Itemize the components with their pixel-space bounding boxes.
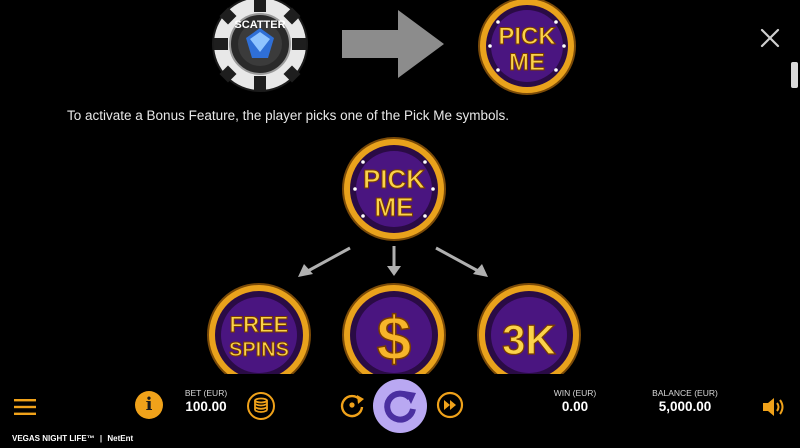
brand-name: NetEnt (107, 434, 134, 443)
scatter-chip-symbol: SCATTER (212, 0, 308, 92)
pick-text: PICK (363, 164, 425, 194)
bonus-description: To activate a Bonus Feature, the player … (67, 108, 509, 123)
cash-3k-symbol: 3K (477, 283, 581, 387)
arrow-down-right-icon (435, 246, 488, 277)
info-icon: i (145, 394, 153, 415)
close-icon[interactable] (756, 24, 784, 52)
scatter-label: SCATTER (234, 19, 285, 31)
pick-text: PICK (498, 23, 556, 50)
win-label: WIN (EUR) (553, 388, 597, 398)
dollar-sign: $ (377, 305, 411, 374)
info-button[interactable]: i (135, 391, 163, 419)
me-text: ME (509, 49, 545, 76)
arrow-right-icon (342, 10, 444, 78)
bet-value: 100.00 (185, 399, 227, 414)
game-name: VEGAS NIGHT LIFE™ (12, 434, 95, 443)
balance-label: BALANCE (EUR) (652, 388, 718, 398)
win-value: 0.00 (561, 399, 589, 414)
free-text: FREE (230, 312, 289, 337)
autoplay-icon[interactable] (338, 391, 366, 419)
branch-arrows (298, 246, 488, 277)
pick-me-symbol-top: PICK ME (478, 0, 576, 95)
scrollbar-thumb[interactable] (791, 62, 798, 88)
me-text: ME (375, 192, 414, 222)
fast-forward-icon[interactable] (436, 391, 464, 419)
bet-label: BET (EUR) (184, 388, 228, 398)
spin-icon (384, 390, 416, 423)
menu-icon[interactable] (14, 398, 36, 416)
arrow-down-icon (387, 246, 401, 276)
scrollbar[interactable] (788, 60, 800, 374)
free-spins-symbol: FREE SPINS (207, 283, 311, 387)
sound-icon[interactable] (762, 396, 786, 418)
spin-button[interactable] (373, 379, 427, 433)
footer-separator: | (99, 434, 103, 443)
footer-branding: VEGAS NIGHT LIFE™ | NetEnt (12, 434, 133, 443)
spins-text: SPINS (229, 339, 289, 361)
arrow-down-left-icon (298, 246, 351, 277)
cash-text: 3K (502, 316, 556, 363)
balance-value: 5,000.00 (658, 399, 712, 414)
pick-me-symbol-center: PICK ME (342, 137, 446, 241)
coin-stack-icon[interactable] (246, 391, 276, 421)
dollar-symbol: $ (342, 283, 446, 387)
